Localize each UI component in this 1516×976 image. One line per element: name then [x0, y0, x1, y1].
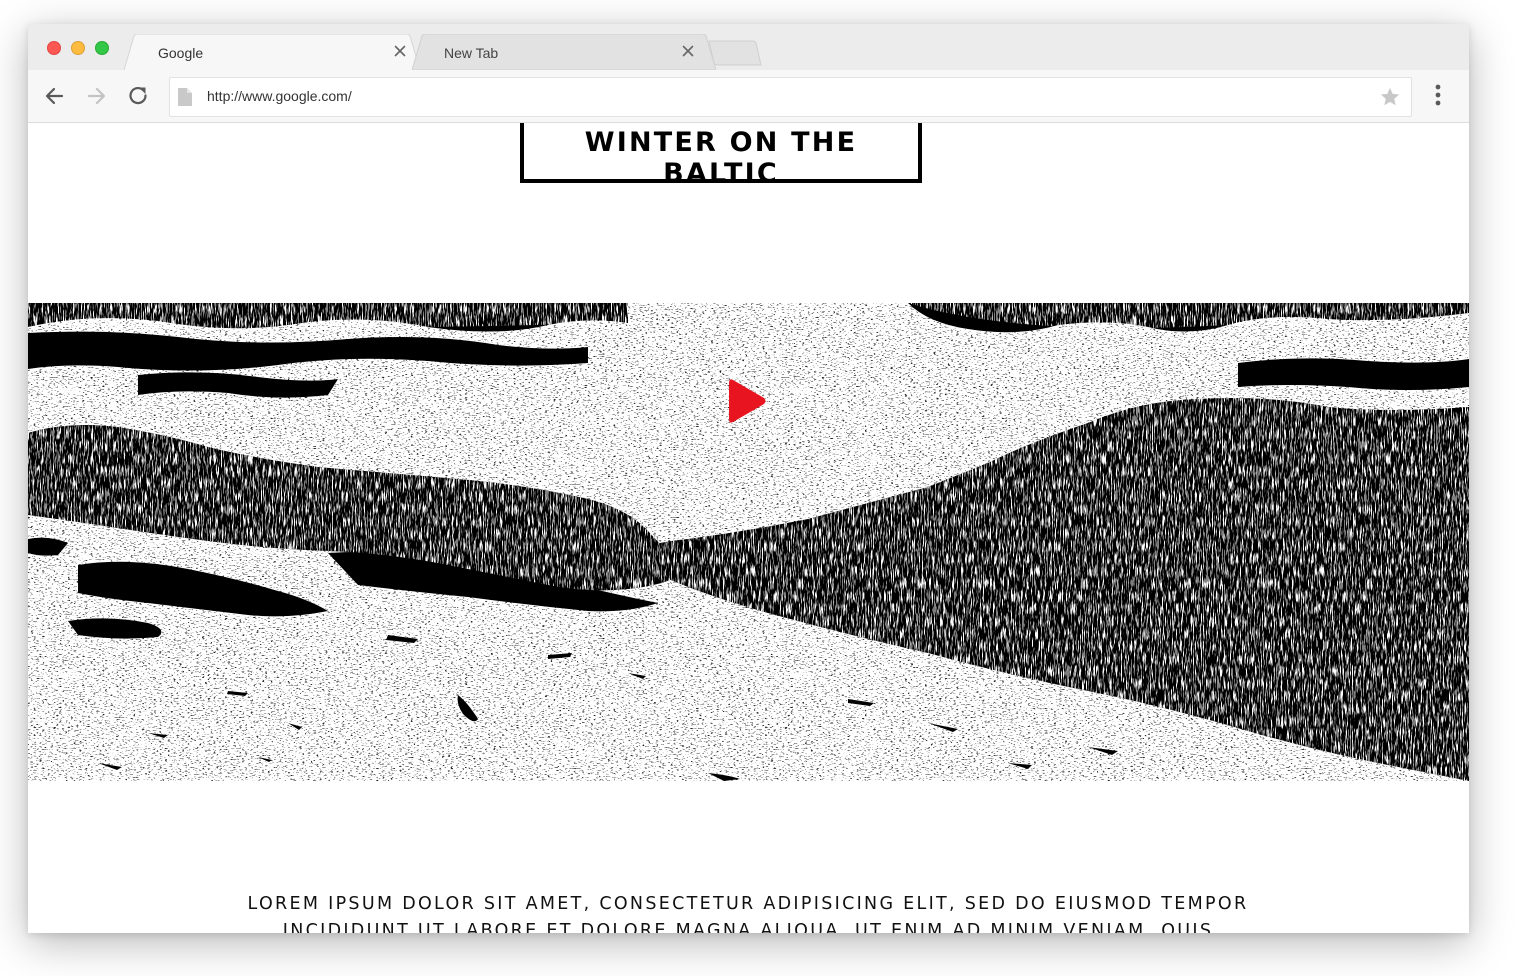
tab-title: Google	[158, 45, 204, 61]
browser-toolbar: http://www.google.com/	[28, 70, 1469, 123]
star-icon[interactable]	[1379, 86, 1401, 108]
tab-google[interactable]: Google	[124, 34, 420, 70]
arrow-right-icon[interactable]	[83, 83, 109, 109]
address-url[interactable]: http://www.google.com/	[207, 88, 352, 104]
minimize-window-button[interactable]	[71, 41, 85, 55]
close-icon[interactable]	[680, 43, 696, 59]
address-bar[interactable]: http://www.google.com/	[169, 77, 1412, 117]
tab-new-tab[interactable]: New Tab	[412, 34, 716, 70]
close-window-button[interactable]	[47, 41, 61, 55]
title-frame: WINTER ON THE BALTIC	[520, 123, 922, 189]
hero-image	[28, 303, 1469, 781]
tab-title: New Tab	[444, 45, 499, 61]
vertical-dots-icon[interactable]	[1430, 82, 1446, 108]
tab-strip: Google New Tab	[28, 24, 1469, 70]
browser-window: Google New Tab http://www.google.com/ WI…	[28, 24, 1469, 933]
page-title: WINTER ON THE BALTIC	[584, 127, 858, 189]
play-icon[interactable]	[729, 378, 767, 424]
arrow-left-icon[interactable]	[42, 83, 68, 109]
page-content: WINTER ON THE BALTIC LOREM IPSUM DOLOR S…	[28, 123, 1469, 933]
maximize-window-button[interactable]	[95, 41, 109, 55]
close-icon[interactable]	[392, 43, 408, 59]
new-tab-button[interactable]	[708, 40, 762, 66]
body-text: LOREM IPSUM DOLOR SIT AMET, CONSECTETUR …	[247, 894, 1249, 933]
document-icon	[178, 88, 192, 106]
rocks-image	[28, 303, 1469, 781]
reload-icon[interactable]	[125, 83, 151, 109]
